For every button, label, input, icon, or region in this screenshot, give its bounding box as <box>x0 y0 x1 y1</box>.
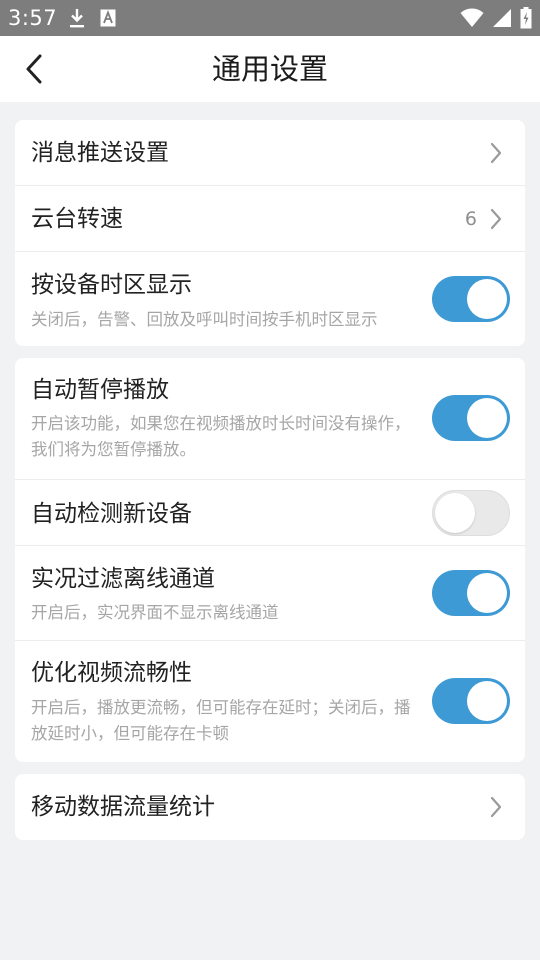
toggle-knob <box>467 398 507 438</box>
setting-title: 消息推送设置 <box>31 140 169 166</box>
wifi-icon <box>460 8 484 27</box>
setting-title: 实况过滤离线通道 <box>31 566 215 592</box>
toggle-knob <box>467 573 507 613</box>
setting-subtitle: 开启该功能，如果您在视频播放时长时间没有操作，我们将为您暂停播放。 <box>31 414 411 459</box>
setting-optimize-smoothness: 优化视频流畅性 开启后，播放更流畅，但可能存在延时；关闭后，播放延时小，但可能存… <box>15 641 525 762</box>
setting-subtitle: 开启后，播放更流畅，但可能存在延时；关闭后，播放延时小，但可能存在卡顿 <box>31 698 411 743</box>
app-header: 通用设置 <box>0 36 540 102</box>
settings-group-data: 移动数据流量统计 <box>15 774 525 840</box>
setting-auto-pause: 自动暂停播放 开启该功能，如果您在视频播放时长时间没有操作，我们将为您暂停播放。 <box>15 358 525 480</box>
optimize-smoothness-toggle[interactable] <box>432 678 510 724</box>
setting-title: 移动数据流量统计 <box>31 794 215 820</box>
page-title: 通用设置 <box>211 52 328 86</box>
chevron-right-icon <box>490 208 502 230</box>
filter-offline-channels-toggle[interactable] <box>432 570 510 616</box>
toggle-knob <box>467 681 507 721</box>
setting-auto-detect-device: 自动检测新设备 <box>15 480 525 546</box>
setting-mobile-data-stats[interactable]: 移动数据流量统计 <box>15 774 525 840</box>
setting-title: 优化视频流畅性 <box>31 660 192 686</box>
status-left-icons <box>68 7 130 29</box>
settings-group-basic: 消息推送设置 云台转速 6 按设备时区显示 关闭后，告警、回放及呼叫时间按手机时… <box>15 120 525 346</box>
device-timezone-toggle[interactable] <box>432 276 510 322</box>
font-app-icon <box>100 9 116 27</box>
setting-subtitle: 开启后，实况界面不显示离线通道 <box>31 603 279 622</box>
setting-title: 自动检测新设备 <box>31 501 192 527</box>
setting-ptz-speed[interactable]: 云台转速 6 <box>15 186 525 252</box>
auto-detect-device-toggle[interactable] <box>432 490 510 536</box>
download-icon <box>70 9 84 28</box>
status-time: 3:57 <box>8 6 58 30</box>
battery-charging-icon <box>520 7 532 29</box>
toggle-knob <box>435 493 475 533</box>
chevron-right-icon <box>490 142 502 164</box>
setting-title: 按设备时区显示 <box>31 272 192 298</box>
cell-signal-icon <box>493 9 511 27</box>
chevron-right-icon <box>490 796 502 818</box>
setting-title: 云台转速 <box>31 206 123 232</box>
ptz-speed-value: 6 <box>464 208 477 230</box>
setting-device-timezone: 按设备时区显示 关闭后，告警、回放及呼叫时间按手机时区显示 <box>15 252 525 346</box>
auto-pause-toggle[interactable] <box>432 395 510 441</box>
status-bar: 3:57 <box>0 0 540 36</box>
status-right-icons <box>452 7 532 29</box>
setting-message-push[interactable]: 消息推送设置 <box>15 120 525 186</box>
setting-subtitle: 关闭后，告警、回放及呼叫时间按手机时区显示 <box>31 310 378 329</box>
setting-filter-offline-channels: 实况过滤离线通道 开启后，实况界面不显示离线通道 <box>15 546 525 641</box>
toggle-knob <box>467 279 507 319</box>
settings-group-playback: 自动暂停播放 开启该功能，如果您在视频播放时长时间没有操作，我们将为您暂停播放。… <box>15 358 525 762</box>
setting-title: 自动暂停播放 <box>31 377 169 403</box>
